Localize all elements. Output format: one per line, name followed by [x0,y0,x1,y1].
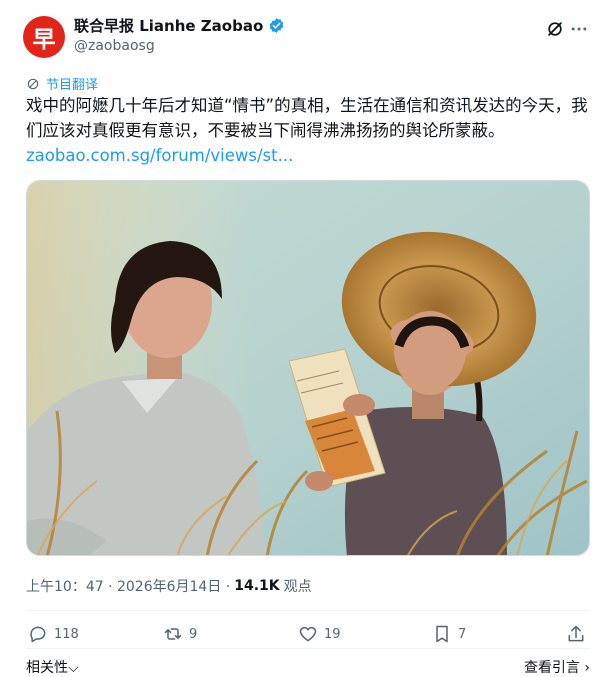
reply-count: 118 [54,626,79,642]
like-count: 19 [324,626,341,642]
more-icon [571,27,587,31]
heart-icon [299,626,317,642]
author-display-name[interactable]: 联合早报 Lianhe Zaobao [74,15,263,36]
grok-button[interactable] [544,18,566,40]
translate-icon [27,78,39,89]
like-button[interactable]: 19 [298,624,341,644]
translation-label: 节目翻译 [46,78,99,93]
timestamp-text[interactable]: 上午10：47 · 2026年6月14日 · [26,576,230,596]
slash-circle-icon [548,22,562,36]
repost-icon [164,628,182,640]
translation-toggle[interactable]: 节目翻译 [26,74,98,93]
divider-top [26,610,590,611]
views-label: 观点 [283,579,312,595]
tweet-link[interactable]: zaobao.com.sg/forum/views/st... [26,146,293,165]
verified-badge-icon [269,18,284,33]
bookmark-icon [436,625,448,643]
tweet-body: 戏中的阿嬷几十年后才知道“情书”的真相，生活在通信和资讯发达的今天，我们应该对真… [26,96,588,140]
reply-button[interactable]: 118 [28,624,79,644]
bookmark-button[interactable]: 7 [432,624,466,644]
tweet-card: 早 联合早报 Lianhe Zaobao @zaobaosg 节目翻译 戏中的阿… [0,0,616,676]
author-handle[interactable]: @zaobaosg [74,38,155,54]
more-options-button[interactable] [568,18,590,40]
view-quotes-link[interactable]: 查看引言 › [524,657,590,677]
relevance-sort-button[interactable]: 相关性⌵ [26,657,79,677]
repost-button[interactable]: 9 [163,624,197,644]
tweet-text: 戏中的阿嬷几十年后才知道“情书”的真相，生活在通信和资讯发达的今天，我们应该对真… [26,93,596,168]
share-button[interactable] [566,624,586,644]
tweet-timestamp: 上午10：47 · 2026年6月14日 · 14.1K 观点 [26,576,312,596]
bookmark-count: 7 [458,626,467,642]
repost-count: 9 [189,626,198,642]
photo-illustration [27,181,589,555]
author-avatar[interactable]: 早 [23,16,65,58]
share-icon [568,625,584,642]
tweet-photo[interactable] [26,180,590,556]
avatar-glyph: 早 [32,27,56,53]
divider-bottom [26,648,590,649]
reply-icon [30,626,46,643]
views-count: 14.1K [234,578,280,594]
author-name-row: 联合早报 Lianhe Zaobao [74,15,285,36]
